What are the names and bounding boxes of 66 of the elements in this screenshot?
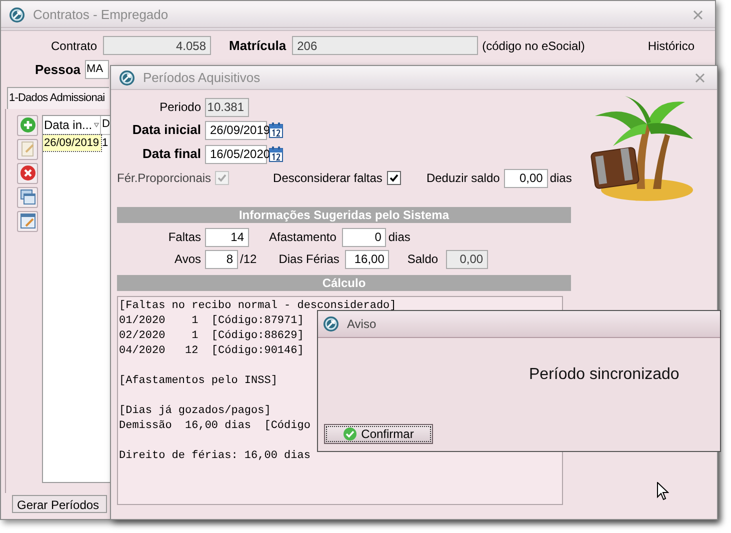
calculation-line: 02/2020 1 [Código:88629] [119, 329, 304, 344]
input-field[interactable]: 16,00 [345, 250, 390, 268]
close-icon[interactable] [695, 72, 705, 82]
windows-icon[interactable] [17, 186, 38, 208]
input-field[interactable]: 26/09/2019 [205, 120, 267, 140]
field-label: Saldo [407, 251, 438, 268]
field-label: Data final [141, 145, 202, 164]
confirm-button[interactable]: Confirmar [324, 424, 433, 444]
window-title: Períodos Aquisitivos [143, 68, 260, 87]
generate-periods-button[interactable]: Gerar Períodos [12, 495, 107, 513]
field-label: Afastamento [269, 229, 336, 246]
column-header[interactable]: D [101, 116, 110, 134]
sort-icon[interactable] [94, 122, 99, 128]
field-label: Histórico [648, 38, 695, 55]
input-field[interactable]: 0,00 [446, 250, 488, 268]
input-field[interactable]: 206 [292, 36, 478, 56]
field-label: Avos [174, 251, 202, 268]
field-label: Matrícula [229, 37, 288, 55]
dialog-title: Aviso [347, 316, 376, 333]
input-field[interactable]: 0 [342, 228, 386, 246]
field-label: Periodo [158, 99, 202, 116]
calculation-line: Demissão 16,00 dias [Código [119, 419, 310, 434]
app-logo-icon [323, 316, 339, 332]
field-label: Deduzir saldo [426, 170, 500, 187]
add-icon[interactable] [17, 114, 38, 136]
check-icon [343, 427, 358, 441]
close-icon[interactable] [693, 10, 703, 20]
calculation-line: 01/2020 1 [Código:87971] [119, 314, 304, 329]
field-label: Desconsiderar faltas [273, 170, 382, 187]
field-label: dias [388, 229, 410, 246]
input-field[interactable]: 4.058 [103, 36, 212, 56]
field-label: Pessoa [35, 60, 82, 78]
input-field[interactable]: 0,00 [504, 168, 548, 188]
calculation-line: [Afastamentos pelo INSS] [119, 374, 278, 389]
window-title: Contratos - Empregado [33, 6, 168, 24]
app-logo-icon [9, 7, 25, 23]
field-label: Data inicial [131, 121, 202, 140]
field-label: (código no eSocial) [482, 38, 585, 55]
field-label: Contrato [51, 38, 98, 55]
field-label: Dias Férias [278, 251, 340, 268]
tab[interactable]: 1-Dados Admissionai [7, 87, 109, 108]
field-label: /12 [240, 251, 257, 268]
pessoa-field[interactable]: MA [84, 60, 109, 79]
input-field[interactable]: 16/05/2020 [205, 144, 267, 164]
field-label: dias [548, 170, 572, 187]
dialog-message: Período sincronizado [529, 365, 680, 385]
mouse-cursor-icon [657, 482, 669, 501]
field-label: Faltas [167, 229, 202, 246]
table-cell[interactable]: 26/09/2019 [43, 134, 101, 151]
calculation-line: 04/2020 12 [Código:90146] [119, 344, 304, 359]
section-header: Informações Sugeridas pelo Sistema [117, 207, 571, 223]
input-field[interactable]: 14 [205, 228, 249, 246]
calculation-line: Direito de férias: 16,00 dias [119, 449, 310, 464]
input-field[interactable]: 10.381 [205, 98, 249, 116]
section-header: Cálculo [117, 275, 571, 291]
field-label: Fér.Proporcionais [117, 170, 212, 187]
input-field[interactable]: 8 [205, 250, 238, 268]
form-edit-icon[interactable] [17, 210, 38, 232]
app-logo-icon [119, 70, 135, 86]
checkbox[interactable] [387, 171, 402, 185]
calculation-line: [Faltas no recibo normal - desconsiderado] [119, 299, 396, 314]
calculation-line: [Dias já gozados/pagos] [119, 404, 271, 419]
calendar-icon[interactable] [269, 146, 283, 162]
delete-icon[interactable] [17, 162, 38, 184]
table-cell[interactable]: 1 [101, 134, 108, 151]
calendar-icon[interactable] [269, 122, 283, 138]
